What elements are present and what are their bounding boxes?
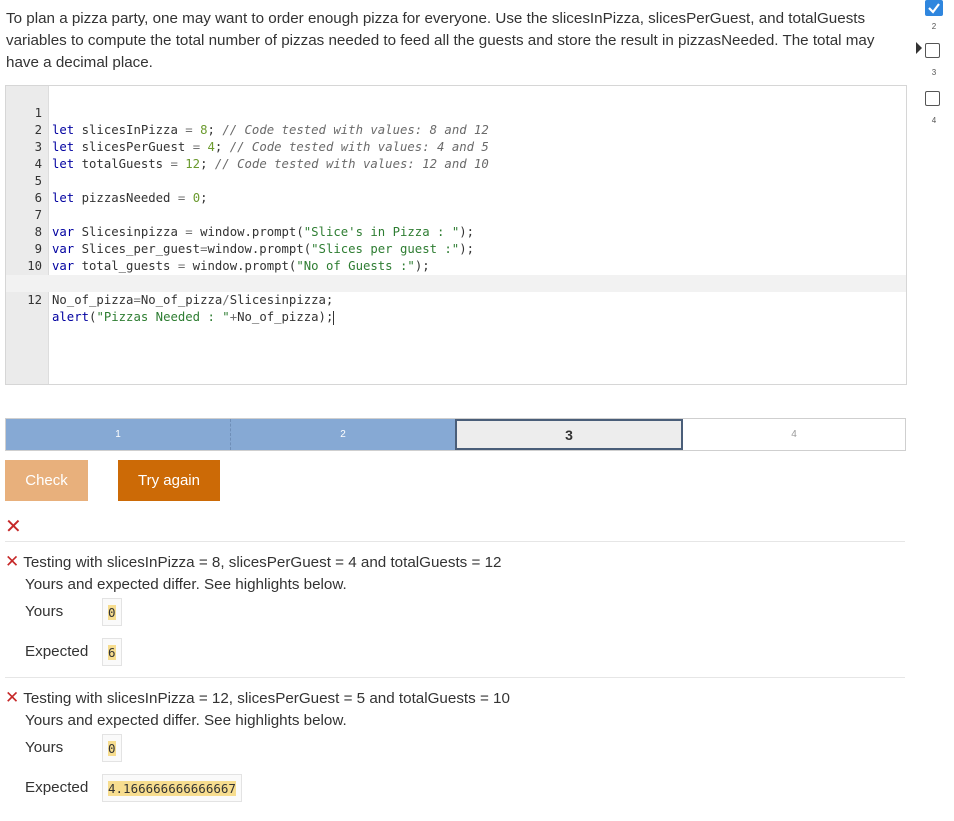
line-code[interactable]: alert("Pizzas Needed : "+No_of_pizza); [52,309,335,326]
code-line-8[interactable]: 8 var Slices_per_guest=window.prompt("Sl… [6,207,906,256]
line-code[interactable]: No_of_pizza=No_of_pizza/Slicesinpizza; [52,292,333,309]
level-nav-number: 2 [931,22,937,31]
code-line-3[interactable]: 3 let totalGuests = 12; // Code tested w… [6,122,906,171]
segment-label: 3 [565,426,573,443]
level-nav-item-4[interactable] [925,91,940,106]
check-button[interactable]: Check [5,460,88,501]
code-line-4[interactable]: 4 [6,139,906,171]
segment-label: 2 [340,429,346,440]
test-2-title: ✕ Testing with slicesInPizza = 12, slices… [5,688,510,709]
chevron-right-icon [916,42,922,54]
instructions-text: To plan a pizza party, one may want to o… [6,10,875,71]
highlighted-output: 0 [108,741,116,756]
code-line-1[interactable]: 1 let slicesInPizza = 8; // Code tested … [6,88,906,137]
highlighted-output: 6 [108,645,116,660]
segment-label: 1 [115,429,121,440]
text-cursor [333,310,335,325]
highlighted-output: 4.166666666666667 [108,781,236,796]
code-editor[interactable]: 1 let slicesInPizza = 8; // Code tested … [5,85,907,385]
line-number: 12 [27,293,42,307]
code-line-10[interactable]: 10 var No_of_pizza=total_guests*Slices_p… [6,241,906,290]
test-2-expected-label: Expected [25,779,89,796]
progress-segment-1[interactable]: 1 [6,419,230,450]
code-line-2[interactable]: 2 let slicesPerGuest = 4; // Code tested… [6,105,906,154]
code-line-11[interactable]: 11 No_of_pizza=No_of_pizza/Slicesinpizza… [6,258,906,307]
level-nav-number: 4 [931,116,937,125]
progress-segment-4[interactable]: 4 [683,419,905,450]
test-title-text: Testing with slicesInPizza = 12, slicesP… [23,690,510,707]
fail-icon: ✕ [5,688,20,707]
code-line-6[interactable]: 6 [6,173,906,205]
fail-icon: ✕ [5,552,20,571]
level-nav-number: 3 [931,68,937,77]
test-2-expected-value: 4.166666666666667 [102,774,242,802]
code-line-7[interactable]: 7 var Slicesinpizza = window.prompt("Sli… [6,190,906,239]
test-1-title: ✕ Testing with slicesInPizza = 8, slicesP… [5,552,501,573]
test-2-yours-value: 0 [102,734,122,762]
code-line-5[interactable]: 5 let pizzasNeeded = 0; [6,156,906,205]
divider [5,677,905,678]
test-2-yours-label: Yours [25,739,64,756]
level-nav-item-3[interactable] [925,43,940,58]
progress-segment-3-current[interactable]: 3 [455,419,683,450]
code-line-12[interactable]: 12 alert("Pizzas Needed : "+No_of_pizza)… [6,275,906,325]
lab-page: To plan a pizza party, one may want to o… [0,0,954,821]
checkmark-icon [928,3,940,14]
divider [5,541,905,542]
test-2-message: Yours and expected differ. See highlight… [25,712,347,729]
fail-icon: ✕ [5,516,22,538]
test-1-expected-value: 6 [102,638,122,666]
test-1-yours-label: Yours [25,603,64,620]
code-line-9[interactable]: 9 var total_guests = window.prompt("No o… [6,224,906,273]
test-title-text: Testing with slicesInPizza = 8, slicesPe… [23,554,502,571]
highlighted-output: 0 [108,605,116,620]
try-again-button[interactable]: Try again [118,460,220,501]
test-1-expected-label: Expected [25,643,89,660]
test-1-message: Yours and expected differ. See highlight… [25,576,347,593]
level-progress-bar: 1 2 3 4 [5,418,906,451]
segment-label: 4 [791,429,797,440]
progress-segment-2[interactable]: 2 [231,419,455,450]
level-nav-item-complete[interactable] [925,0,943,16]
test-1-yours-value: 0 [102,598,122,626]
